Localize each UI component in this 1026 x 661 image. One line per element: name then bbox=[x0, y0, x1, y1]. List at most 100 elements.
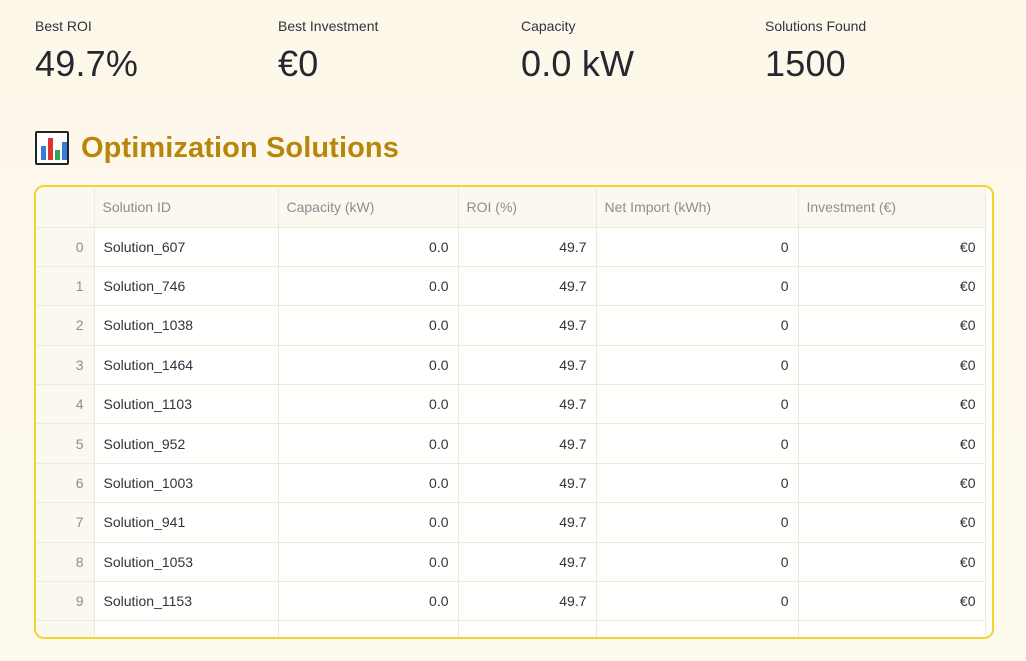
table-cell[interactable]: 49.7 bbox=[458, 384, 597, 425]
table-cell[interactable]: €0 bbox=[798, 463, 986, 504]
metric-best-roi: Best ROI 49.7% bbox=[35, 16, 138, 86]
table-cell[interactable]: 0.0 bbox=[278, 423, 459, 464]
table-cell[interactable]: 49.7 bbox=[458, 502, 597, 543]
table-cell[interactable]: Solution_1038 bbox=[94, 305, 279, 346]
table-cell[interactable]: Solution_952 bbox=[94, 423, 279, 464]
table-cell[interactable]: 0.0 bbox=[278, 463, 459, 504]
table-cell[interactable]: 0.0 bbox=[278, 345, 459, 386]
metric-value: €0 bbox=[278, 43, 319, 84]
table-row[interactable]: 6 Solution_1003 0.0 49.7 0 €0 bbox=[36, 463, 986, 504]
table-row[interactable]: 9 Solution_1153 0.0 49.7 0 €0 bbox=[36, 581, 986, 622]
metric-value: 0.0 kW bbox=[521, 43, 635, 84]
row-index: 4 bbox=[36, 384, 95, 425]
table-cell[interactable]: 0.0 bbox=[278, 542, 459, 583]
index-column-header[interactable] bbox=[36, 187, 95, 228]
table-cell[interactable]: Solution_1464 bbox=[94, 345, 279, 386]
table-cell[interactable]: 49.7 bbox=[458, 266, 597, 307]
bar-chart-icon bbox=[35, 131, 69, 165]
metric-label: Best ROI bbox=[35, 18, 92, 34]
section-header: Optimization Solutions bbox=[35, 128, 399, 168]
table-cell[interactable]: 49.7 bbox=[458, 463, 597, 504]
table-row-partial bbox=[36, 620, 986, 637]
table-cell[interactable]: 0 bbox=[596, 502, 799, 543]
table-row[interactable]: 4 Solution_1103 0.0 49.7 0 €0 bbox=[36, 384, 986, 425]
table-row[interactable]: 8 Solution_1053 0.0 49.7 0 €0 bbox=[36, 542, 986, 583]
table-cell[interactable]: €0 bbox=[798, 384, 986, 425]
table-cell[interactable]: Solution_1003 bbox=[94, 463, 279, 504]
table-cell bbox=[458, 620, 597, 637]
table-cell[interactable]: Solution_1103 bbox=[94, 384, 279, 425]
table-header-row: Solution ID Capacity (kW) ROI (%) Net Impor… bbox=[36, 187, 986, 228]
table-row[interactable]: 3 Solution_1464 0.0 49.7 0 €0 bbox=[36, 345, 986, 386]
table-cell[interactable]: 0 bbox=[596, 423, 799, 464]
table-cell[interactable]: 49.7 bbox=[458, 227, 597, 267]
table-cell[interactable]: 49.7 bbox=[458, 581, 597, 622]
table-cell bbox=[36, 620, 95, 637]
table-cell[interactable]: 0.0 bbox=[278, 305, 459, 346]
table-cell[interactable]: 0 bbox=[596, 227, 799, 267]
metric-label: Solutions Found bbox=[765, 18, 867, 34]
row-index: 2 bbox=[36, 305, 95, 346]
row-index: 8 bbox=[36, 542, 95, 583]
column-header[interactable]: Investment (€) bbox=[798, 187, 986, 228]
solutions-table[interactable]: Solution ID Capacity (kW) ROI (%) Net Impor… bbox=[34, 185, 994, 639]
table-cell[interactable]: Solution_1053 bbox=[94, 542, 279, 583]
table-cell[interactable]: 0 bbox=[596, 542, 799, 583]
row-index: 7 bbox=[36, 502, 95, 543]
row-index: 3 bbox=[36, 345, 95, 386]
table-cell[interactable]: 0 bbox=[596, 463, 799, 504]
table-cell bbox=[278, 620, 459, 637]
row-index: 5 bbox=[36, 423, 95, 464]
table-cell[interactable]: Solution_746 bbox=[94, 266, 279, 307]
table-cell[interactable]: 49.7 bbox=[458, 542, 597, 583]
table-cell[interactable]: 49.7 bbox=[458, 305, 597, 346]
table-body: 0 Solution_607 0.0 49.7 0 €0 1 Solution_746 0.0 4… bbox=[36, 227, 986, 637]
row-index: 9 bbox=[36, 581, 95, 622]
table-row[interactable]: 7 Solution_941 0.0 49.7 0 €0 bbox=[36, 502, 986, 543]
table-cell[interactable]: €0 bbox=[798, 423, 986, 464]
table-row[interactable]: 1 Solution_746 0.0 49.7 0 €0 bbox=[36, 266, 986, 307]
table-cell[interactable]: 0.0 bbox=[278, 227, 459, 267]
table-cell[interactable]: €0 bbox=[798, 266, 986, 307]
table-cell[interactable]: 0 bbox=[596, 305, 799, 346]
table-cell[interactable]: €0 bbox=[798, 305, 986, 346]
metric-value: 49.7% bbox=[35, 43, 139, 84]
section-title: Optimization Solutions bbox=[81, 131, 399, 164]
table-cell bbox=[798, 620, 986, 637]
metric-best-investment: Best Investment €0 bbox=[278, 16, 378, 86]
table-cell bbox=[596, 620, 799, 637]
table-cell bbox=[94, 620, 279, 637]
table-row[interactable]: 0 Solution_607 0.0 49.7 0 €0 bbox=[36, 227, 986, 267]
table-cell[interactable]: Solution_941 bbox=[94, 502, 279, 543]
table-cell[interactable]: 0 bbox=[596, 384, 799, 425]
table-cell[interactable]: Solution_1153 bbox=[94, 581, 279, 622]
table-cell[interactable]: Solution_607 bbox=[94, 227, 279, 267]
table-cell[interactable]: 0 bbox=[596, 345, 799, 386]
table-cell[interactable]: €0 bbox=[798, 502, 986, 543]
table-cell[interactable]: 0.0 bbox=[278, 266, 459, 307]
metric-value: 1500 bbox=[765, 43, 846, 84]
table-cell[interactable]: €0 bbox=[798, 227, 986, 267]
table-row[interactable]: 2 Solution_1038 0.0 49.7 0 €0 bbox=[36, 305, 986, 346]
metric-capacity: Capacity 0.0 kW bbox=[521, 16, 634, 86]
table-cell[interactable]: 0 bbox=[596, 266, 799, 307]
table-cell[interactable]: 49.7 bbox=[458, 423, 597, 464]
table-cell[interactable]: €0 bbox=[798, 581, 986, 622]
row-index: 6 bbox=[36, 463, 95, 504]
column-header[interactable]: Net Import (kWh) bbox=[596, 187, 799, 228]
table-cell[interactable]: 0.0 bbox=[278, 581, 459, 622]
table-row[interactable]: 5 Solution_952 0.0 49.7 0 €0 bbox=[36, 423, 986, 464]
column-header[interactable]: Solution ID bbox=[94, 187, 279, 228]
table-cell[interactable]: 0 bbox=[596, 581, 799, 622]
metric-solutions-found: Solutions Found 1500 bbox=[765, 16, 866, 86]
table-cell[interactable]: 49.7 bbox=[458, 345, 597, 386]
table-cell[interactable]: 0.0 bbox=[278, 502, 459, 543]
row-index: 1 bbox=[36, 266, 95, 307]
column-header[interactable]: Capacity (kW) bbox=[278, 187, 459, 228]
metric-label: Capacity bbox=[521, 18, 576, 34]
table-cell[interactable]: 0.0 bbox=[278, 384, 459, 425]
column-header[interactable]: ROI (%) bbox=[458, 187, 597, 228]
row-index: 0 bbox=[36, 227, 95, 267]
table-cell[interactable]: €0 bbox=[798, 345, 986, 386]
table-cell[interactable]: €0 bbox=[798, 542, 986, 583]
